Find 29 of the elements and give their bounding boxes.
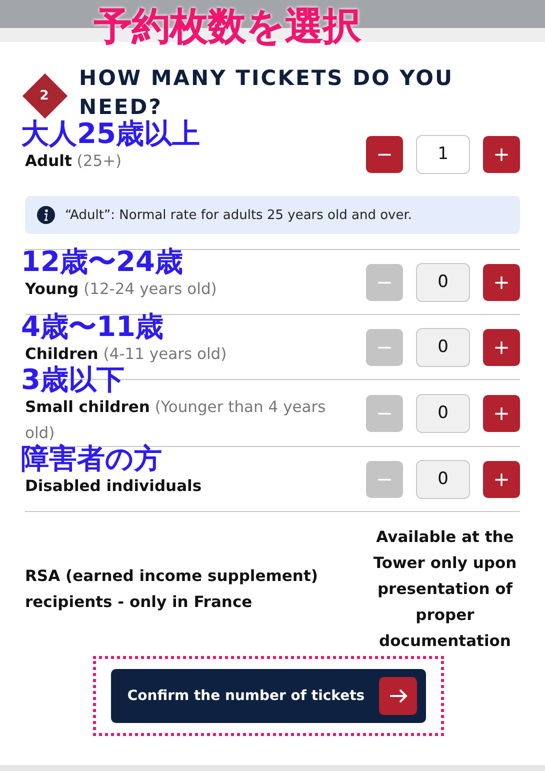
annotation-label: 3歳以下 — [21, 366, 126, 394]
confirm-button[interactable]: Confirm the number of tickets — [111, 669, 426, 723]
ticket-label: Children (4-11 years old) — [25, 344, 228, 365]
info-icon — [37, 206, 55, 224]
quantity-field[interactable]: 0 — [416, 328, 470, 366]
increment-button[interactable]: + — [483, 136, 520, 172]
info-text: “Adult”: Normal rate for adults 25 years old and over. — [65, 208, 412, 222]
quantity-field[interactable]: 0 — [416, 262, 470, 302]
quantity-field[interactable]: 0 — [416, 394, 470, 432]
increment-button[interactable]: + — [483, 394, 520, 432]
step-badge: 2 — [22, 73, 68, 119]
annotation-label: 大人25歳以上 — [21, 120, 201, 148]
ticket-label: Small children (Younger than 4 years old) — [25, 397, 327, 444]
section-title: HOW MANY TICKETS DO YOU NEED? — [79, 65, 455, 120]
availability-note: Available at the Tower only upon presentation of proper documentation — [372, 527, 518, 652]
rsa-label: RSA (earned income supplement) recipients - only in France — [25, 566, 319, 613]
increment-button[interactable]: + — [483, 460, 520, 498]
decrement-button[interactable]: − — [366, 136, 403, 172]
increment-button[interactable]: + — [483, 264, 520, 300]
ticket-label: Disabled individuals — [25, 476, 203, 497]
annotation-label: 12歳〜24歳 — [21, 248, 184, 276]
ticket-label: Young (12-24 years old) — [25, 279, 218, 300]
quantity-field[interactable]: 1 — [416, 134, 470, 174]
annotation-title: 予約枚数を選択 — [94, 6, 361, 48]
ticket-label: Adult (25+) — [25, 151, 123, 172]
quantity-field[interactable]: 0 — [416, 460, 470, 498]
increment-button[interactable]: + — [483, 328, 520, 366]
annotation-label: 障害者の方 — [21, 445, 163, 473]
annotation-label: 4歳〜11歳 — [21, 313, 164, 341]
